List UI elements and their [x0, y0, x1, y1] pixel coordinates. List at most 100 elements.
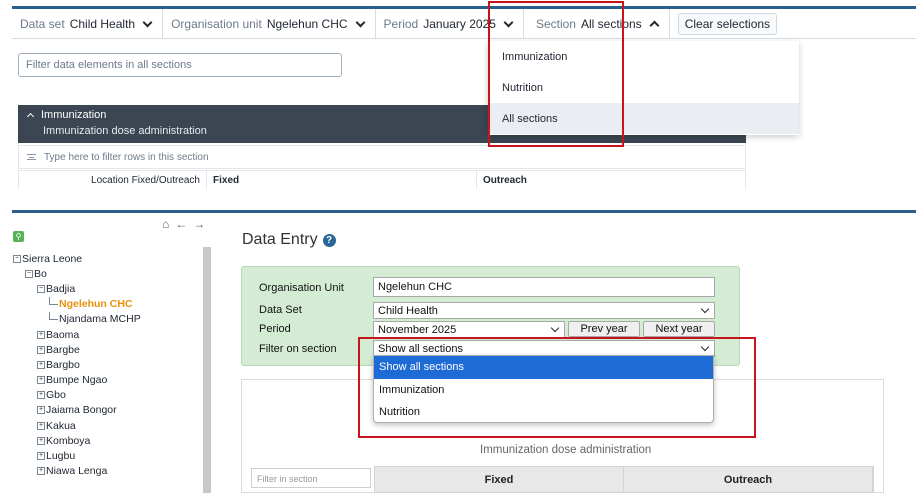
- chevron-down-icon: [142, 17, 153, 27]
- tree-navigation: ⌂ ← →: [162, 217, 205, 231]
- tree-item-label: Kakua: [46, 419, 76, 432]
- column-header-category: Location Fixed/Outreach: [19, 171, 207, 189]
- prev-year-button[interactable]: Prev year: [568, 321, 640, 337]
- tree-item[interactable]: + Bargbe: [13, 342, 203, 357]
- column-header-fixed: Fixed: [375, 467, 624, 492]
- org-unit-field[interactable]: Ngelehun CHC: [373, 277, 715, 297]
- tree-item[interactable]: + Kakua: [13, 418, 203, 433]
- next-year-button[interactable]: Next year: [643, 321, 715, 337]
- column-header-outreach: Outreach: [483, 175, 527, 186]
- tree-item-label: Baoma: [46, 328, 80, 341]
- period-label: Period: [383, 16, 419, 31]
- tree-item-label: Lugbu: [46, 450, 76, 463]
- tree-item[interactable]: + Komboya: [13, 433, 203, 448]
- tree-item[interactable]: + Jaiama Bongor: [13, 403, 203, 418]
- period-select[interactable]: November 2025: [373, 321, 565, 338]
- tree-item-label: Njandama MCHP: [59, 313, 141, 326]
- tree-item[interactable]: + Bumpe Ngao: [13, 373, 203, 388]
- column-header-fixed: Fixed: [207, 171, 477, 189]
- data-set-field-label: Data Set: [259, 304, 302, 316]
- data-set-selector[interactable]: Data set Child Health: [12, 8, 164, 39]
- collapse-icon[interactable]: −: [25, 269, 33, 278]
- tree-item[interactable]: + Niawa Lenga: [13, 464, 203, 479]
- chevron-up-icon: [26, 112, 35, 121]
- highlight-box-bottom: [358, 337, 756, 438]
- expand-icon[interactable]: +: [37, 467, 45, 476]
- tree-item-label: Niawa Lenga: [46, 465, 108, 478]
- tree-item[interactable]: + Bargbo: [13, 357, 203, 372]
- tree-item[interactable]: + Lugbu: [13, 448, 203, 463]
- data-table-header: Fixed Outreach: [374, 466, 874, 493]
- tree-item-label: Badjia: [46, 282, 76, 295]
- filter-icon: [27, 154, 36, 160]
- data-set-label: Data set: [20, 16, 65, 31]
- tree-item[interactable]: − Badjia: [13, 281, 203, 296]
- data-set-value: Child Health: [69, 16, 136, 31]
- org-unit-label: Organisation unit: [171, 16, 262, 31]
- section-title: Immunization: [41, 109, 107, 121]
- chevron-up-icon: [649, 20, 660, 30]
- bottom-app-header-line: [12, 210, 916, 213]
- period-select-value: November 2025: [378, 323, 457, 336]
- tree-item-label: Bo: [34, 267, 47, 280]
- expand-icon[interactable]: +: [37, 391, 45, 400]
- tree-item-label: Komboya: [46, 434, 91, 447]
- org-unit-field-value: Ngelehun CHC: [378, 281, 452, 293]
- help-icon[interactable]: ?: [322, 233, 336, 247]
- filter-data-elements-input[interactable]: Filter data elements in all sections: [18, 53, 342, 77]
- tree-connector: [49, 312, 58, 321]
- search-icon[interactable]: ⚲: [13, 231, 24, 242]
- tree-connector: [49, 297, 58, 306]
- chevron-down-icon: [550, 323, 560, 333]
- tree-item-label: Bargbe: [46, 343, 80, 356]
- context-selection-bar: Data set Child Health Organisation unit …: [12, 8, 916, 39]
- tree-item-label: Ngelehun CHC: [59, 298, 133, 311]
- expand-icon[interactable]: +: [37, 376, 45, 385]
- collapse-icon[interactable]: −: [37, 284, 45, 293]
- tree-item[interactable]: − Sierra Leone: [13, 251, 203, 266]
- tree-item[interactable]: + Baoma: [13, 327, 203, 342]
- highlight-box-top: [488, 1, 624, 147]
- page-title-text: Data Entry: [242, 231, 318, 248]
- arrow-left-icon[interactable]: ←: [175, 217, 187, 231]
- home-icon[interactable]: ⌂: [162, 217, 169, 231]
- tree-item-label: Bumpe Ngao: [46, 374, 108, 387]
- chevron-down-icon: [700, 304, 710, 314]
- expand-icon[interactable]: +: [37, 360, 45, 369]
- expand-icon[interactable]: +: [37, 436, 45, 445]
- expand-icon[interactable]: +: [37, 406, 45, 415]
- tree-item-label: Gbo: [46, 389, 66, 402]
- collapse-icon[interactable]: −: [13, 254, 21, 263]
- filter-section-label: Filter on section: [259, 343, 337, 355]
- row-filter-placeholder: Type here to filter rows in this section: [44, 151, 209, 163]
- expand-icon[interactable]: +: [37, 421, 45, 430]
- clear-selections-button[interactable]: Clear selections: [677, 12, 778, 35]
- period-field-label: Period: [259, 323, 291, 335]
- org-unit-tree: − Sierra Leone − Bo − Badjia Ngelehun CHC Njand…: [13, 251, 203, 479]
- org-unit-value: Ngelehun CHC: [266, 16, 348, 31]
- tree-item-label: Jaiama Bongor: [46, 404, 117, 417]
- expand-icon[interactable]: +: [37, 452, 45, 461]
- expand-icon[interactable]: +: [37, 330, 45, 339]
- page-title: Data Entry ?: [242, 231, 336, 249]
- tree-item-label: Sierra Leone: [22, 252, 83, 265]
- tree-item-label: Bargbo: [46, 358, 80, 371]
- tree-scrollbar[interactable]: [203, 247, 211, 493]
- row-filter-input[interactable]: Type here to filter rows in this section: [18, 145, 746, 169]
- data-set-select-value: Child Health: [378, 304, 438, 317]
- tree-item[interactable]: Njandama MCHP: [13, 312, 203, 327]
- tree-item[interactable]: − Bo: [13, 266, 203, 281]
- column-header-outreach: Outreach: [624, 467, 873, 492]
- org-unit-selector[interactable]: Organisation unit Ngelehun CHC: [163, 8, 376, 39]
- expand-icon[interactable]: +: [37, 345, 45, 354]
- arrow-right-icon[interactable]: →: [193, 217, 205, 231]
- data-set-select[interactable]: Child Health: [373, 302, 715, 319]
- org-unit-field-label: Organisation Unit: [259, 282, 344, 294]
- chevron-down-icon: [355, 17, 365, 27]
- section-description-text: Immunization dose administration: [480, 444, 652, 456]
- filter-in-section-input[interactable]: Filter in section: [251, 468, 371, 488]
- tree-item[interactable]: Ngelehun CHC: [13, 297, 203, 312]
- section-table-header: Location Fixed/Outreach Fixed Outreach: [18, 170, 746, 189]
- tree-item[interactable]: + Gbo: [13, 388, 203, 403]
- period-value: January 2025: [423, 16, 496, 31]
